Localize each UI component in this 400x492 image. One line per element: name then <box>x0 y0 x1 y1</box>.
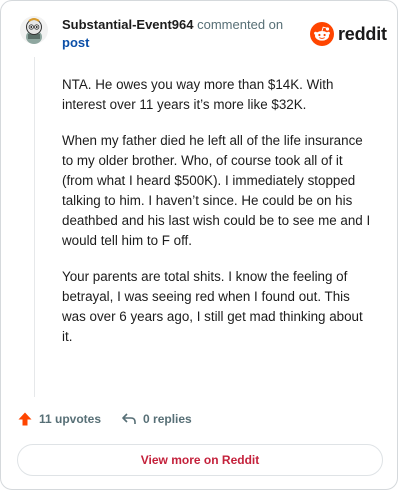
thread-line <box>34 57 35 397</box>
comment-paragraph: NTA. He owes you way more than $14K. Wit… <box>62 77 334 112</box>
reply-count: 0 replies <box>143 412 192 426</box>
upvote-button[interactable]: 11 upvotes <box>17 411 101 427</box>
comment-paragraph: When my father died he left all of the l… <box>62 133 371 248</box>
comment-body: NTA. He owes you way more than $14K. Wit… <box>62 75 372 363</box>
user-avatar-icon[interactable] <box>19 15 49 45</box>
commented-on-text: commented on <box>197 17 284 32</box>
reddit-brand[interactable]: reddit <box>310 20 387 48</box>
upvote-count: 11 upvotes <box>39 412 102 426</box>
embedded-comment-card: Substantial-Event964 commented on post r… <box>0 0 398 490</box>
upvote-arrow-icon <box>18 412 32 426</box>
view-more-on-reddit-button[interactable]: View more on Reddit <box>17 444 383 476</box>
comment-attribution: Substantial-Event964 commented on post <box>62 16 302 52</box>
comment-actions: 11 upvotes 0 replies <box>17 409 192 429</box>
comment-paragraph: Your parents are total shits. I know the… <box>62 269 363 344</box>
author-link[interactable]: Substantial-Event964 <box>62 17 194 32</box>
reply-button[interactable]: 0 replies <box>121 411 192 427</box>
reply-arrow-icon <box>122 413 136 424</box>
brand-wordmark: reddit <box>338 23 387 44</box>
post-link[interactable]: post <box>62 35 89 50</box>
reddit-logo-icon <box>310 22 334 46</box>
